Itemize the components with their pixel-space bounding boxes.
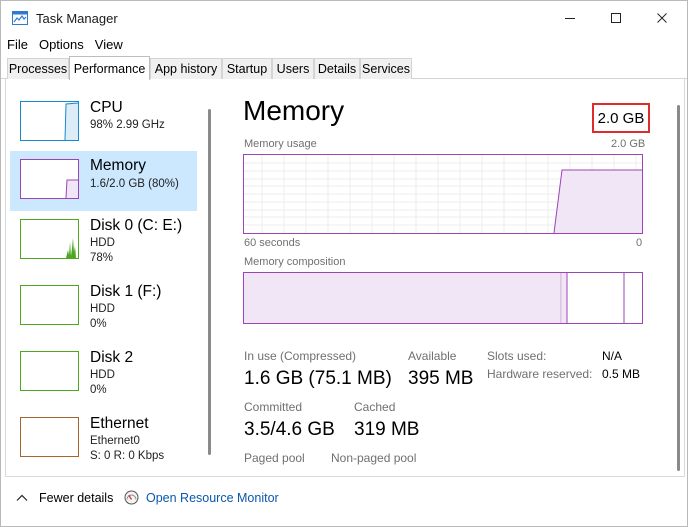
resource-item-cpu[interactable]: CPU 98% 2.99 GHz: [10, 93, 197, 153]
time-axis-start-label: 60 seconds: [244, 237, 301, 249]
tab-startup[interactable]: Startup: [222, 58, 272, 79]
resource-detail: 1.6/2.0 GB (80%): [90, 178, 179, 190]
close-icon: [657, 13, 667, 23]
cached-label: Cached: [354, 400, 396, 414]
resource-item-disk-2[interactable]: Disk 2 HDD 0%: [10, 343, 197, 403]
maximize-button[interactable]: [593, 1, 639, 35]
task-manager-window: Task Manager File Options View Processes…: [0, 0, 688, 527]
in-use-label: In use (Compressed): [244, 349, 357, 363]
hardware-reserved-label: Hardware reserved:: [487, 367, 593, 381]
memory-composition-bar: [243, 272, 643, 324]
paged-pool-label: Paged pool: [244, 451, 305, 465]
resource-name: Disk 1 (F:): [90, 283, 162, 300]
resource-detail-2: S: 0 R: 0 Kbps: [90, 450, 165, 462]
resource-detail: Ethernet0: [90, 435, 140, 447]
ethernet-thumbnail-graph: [20, 417, 79, 457]
disk-2-thumbnail-graph: [20, 351, 79, 391]
memory-usage-graph: [243, 154, 643, 234]
tab-app-history[interactable]: App history: [150, 58, 222, 79]
resource-name: Disk 0 (C: E:): [90, 217, 183, 234]
menu-bar: File Options View: [1, 35, 128, 55]
slots-used-value: N/A: [602, 349, 623, 363]
task-manager-app-icon: [12, 11, 28, 25]
total-memory-value: 2.0 GB: [597, 109, 645, 127]
resource-detail-2: 0%: [90, 318, 107, 330]
tab-details[interactable]: Details: [314, 58, 360, 79]
memory-thumbnail-graph: [20, 159, 79, 199]
menu-file[interactable]: File: [1, 35, 33, 55]
fewer-details-button[interactable]: Fewer details: [15, 491, 113, 505]
resource-name: Memory: [90, 157, 146, 174]
tab-services[interactable]: Services: [360, 58, 412, 79]
performance-panel: CPU 98% 2.99 GHz Memory 1.6/2.0 GB (80%): [5, 79, 685, 477]
resource-item-memory[interactable]: Memory 1.6/2.0 GB (80%): [10, 151, 197, 211]
tab-strip: Processes Performance App history Startu…: [1, 56, 687, 80]
resource-list: CPU 98% 2.99 GHz Memory 1.6/2.0 GB (80%): [6, 79, 222, 477]
committed-label: Committed: [244, 400, 303, 414]
resource-detail: HDD: [90, 369, 115, 381]
resource-detail-2: 78%: [90, 252, 114, 264]
maximize-icon: [611, 13, 621, 23]
resource-name: Disk 2: [90, 349, 134, 366]
detail-scrollbar[interactable]: [677, 105, 680, 471]
hardware-reserved-value: 0.5 MB: [602, 367, 641, 381]
resource-list-scrollbar[interactable]: [208, 109, 211, 455]
resource-name: Ethernet: [90, 415, 149, 432]
cached-value: 319 MB: [354, 419, 420, 440]
memory-usage-max: 2.0 GB: [611, 138, 646, 150]
resource-item-ethernet[interactable]: Ethernet Ethernet0 S: 0 R: 0 Kbps: [10, 409, 197, 469]
resource-item-disk-1[interactable]: Disk 1 (F:) HDD 0%: [10, 277, 197, 337]
minimize-icon: [565, 18, 575, 19]
resource-monitor-icon: [124, 490, 139, 505]
time-axis-end-label: 0: [636, 237, 643, 249]
committed-value: 3.5/4.6 GB: [244, 419, 335, 440]
resource-detail: HDD: [90, 303, 115, 315]
page-title: Memory: [243, 95, 345, 126]
in-use-value: 1.6 GB (75.1 MB): [244, 368, 392, 389]
cpu-thumbnail-graph: [20, 101, 79, 141]
open-resource-monitor-link[interactable]: Open Resource Monitor: [124, 490, 279, 505]
memory-usage-label: Memory usage: [244, 138, 317, 150]
footer-bar: Fewer details Open Resource Monitor: [1, 479, 687, 526]
minimize-button[interactable]: [547, 1, 593, 35]
chevron-up-icon: [16, 494, 28, 501]
memory-composition-label: Memory composition: [244, 256, 346, 268]
window-title: Task Manager: [36, 11, 118, 26]
disk-1-thumbnail-graph: [20, 285, 79, 325]
total-memory-highlight: 2.0 GB: [592, 103, 650, 133]
resource-detail: 98% 2.99 GHz: [90, 119, 165, 131]
available-label: Available: [408, 349, 457, 363]
tab-users[interactable]: Users: [272, 58, 314, 79]
resource-name: CPU: [90, 99, 123, 116]
resource-detail-2: 0%: [90, 384, 107, 396]
menu-view[interactable]: View: [89, 35, 128, 55]
available-value: 395 MB: [408, 368, 474, 389]
disk-0-thumbnail-graph: [20, 219, 79, 259]
tab-processes[interactable]: Processes: [7, 58, 69, 79]
fewer-details-label: Fewer details: [39, 491, 114, 505]
resource-detail: HDD: [90, 237, 115, 249]
menu-options[interactable]: Options: [33, 35, 89, 55]
open-resource-monitor-label: Open Resource Monitor: [146, 490, 279, 505]
tab-performance[interactable]: Performance: [69, 56, 150, 80]
title-bar[interactable]: Task Manager: [1, 1, 687, 35]
slots-used-label: Slots used:: [487, 349, 547, 363]
close-button[interactable]: [639, 1, 685, 35]
non-paged-pool-label: Non-paged pool: [331, 451, 417, 465]
resource-item-disk-0[interactable]: Disk 0 (C: E:) HDD 78%: [10, 211, 197, 271]
